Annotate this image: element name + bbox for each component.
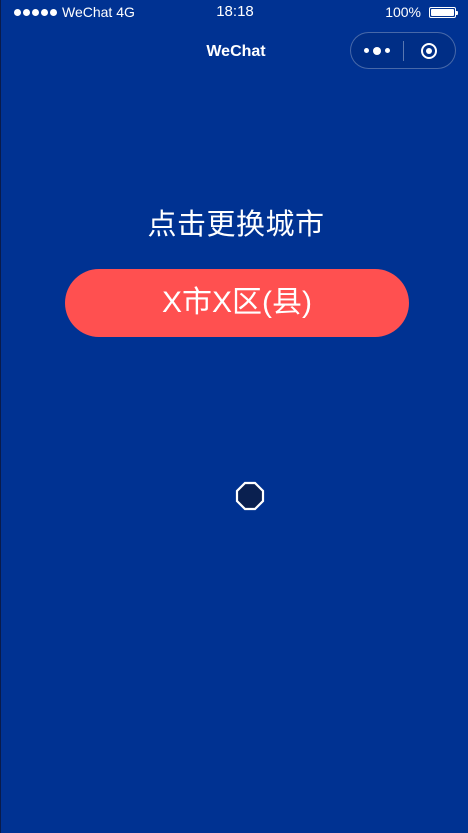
battery-fill (431, 8, 454, 16)
mini-program-screen: WeChat 4G 18:18 100% WeChat 点击更换城市 X市X区(… (0, 0, 468, 833)
battery-icon (429, 6, 458, 18)
more-dots-icon[interactable] (351, 33, 403, 68)
status-bar: WeChat 4G 18:18 100% (1, 0, 468, 24)
target-close-icon[interactable] (404, 33, 455, 68)
battery-percent: 100% (385, 4, 421, 20)
city-select-button[interactable]: X市X区(县) (65, 269, 409, 337)
change-city-prompt: 点击更换城市 (147, 209, 325, 241)
octagon-loader-icon (235, 481, 265, 511)
battery-group: 100% (385, 0, 458, 24)
mini-program-capsule[interactable] (350, 32, 456, 69)
